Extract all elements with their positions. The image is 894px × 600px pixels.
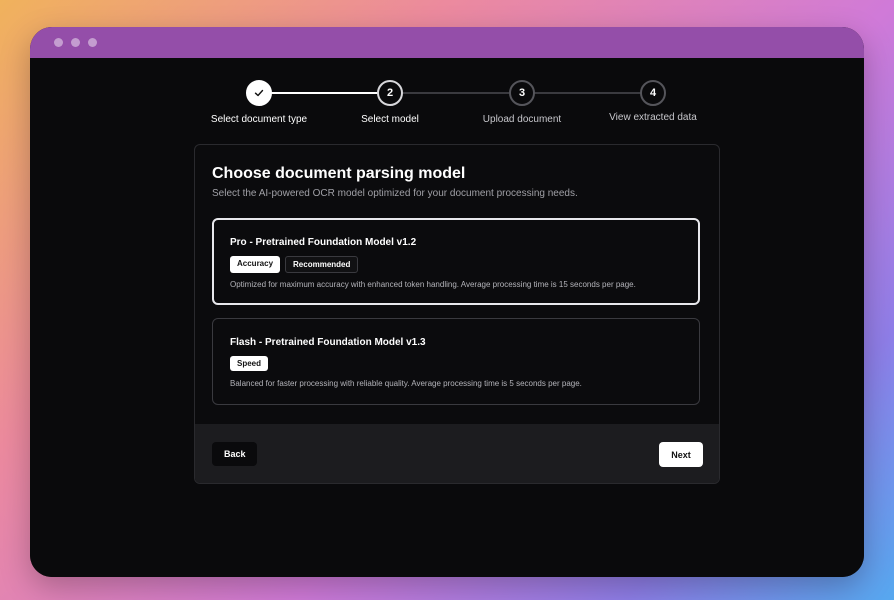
model-option-flash[interactable]: Flash - Pretrained Foundation Model v1.3…: [212, 318, 700, 405]
step-4-circle: 4: [640, 80, 666, 106]
step-upload-document[interactable]: 3 Upload document: [452, 80, 592, 125]
step-select-model[interactable]: 2 Select model: [320, 80, 460, 125]
option-description: Balanced for faster processing with reli…: [230, 379, 582, 388]
window-minimize-dot[interactable]: [71, 38, 80, 47]
badge-speed: Speed: [230, 356, 269, 371]
step-1-label: Select document type: [210, 114, 308, 125]
model-selection-card: Choose document parsing model Select the…: [194, 144, 720, 484]
card-footer: Back Next: [195, 424, 719, 483]
option-badges: Accuracy Recommended: [230, 256, 359, 273]
back-button[interactable]: Back: [212, 442, 257, 466]
option-title: Flash - Pretrained Foundation Model v1.3: [230, 337, 426, 348]
step-view-extracted-data[interactable]: 4 View extracted data: [583, 80, 723, 123]
next-button[interactable]: Next: [659, 442, 703, 467]
browser-window: Select document type 2 Select model 3 Up…: [30, 27, 864, 577]
step-2-circle: 2: [377, 80, 403, 106]
model-option-pro[interactable]: Pro - Pretrained Foundation Model v1.2 A…: [212, 218, 700, 305]
step-select-document-type[interactable]: Select document type: [189, 80, 329, 125]
badge-accuracy: Accuracy: [230, 256, 281, 273]
app-content: Select document type 2 Select model 3 Up…: [30, 58, 864, 577]
step-1-circle: [246, 80, 272, 106]
option-title: Pro - Pretrained Foundation Model v1.2: [230, 237, 417, 248]
step-3-circle: 3: [509, 80, 535, 106]
window-maximize-dot[interactable]: [88, 38, 97, 47]
badge-recommended: Recommended: [285, 256, 359, 273]
check-icon: [254, 89, 264, 97]
step-4-label: View extracted data: [609, 112, 697, 123]
step-2-label: Select model: [361, 114, 419, 125]
window-close-dot[interactable]: [54, 38, 63, 47]
card-subtitle: Select the AI-powered OCR model optimize…: [212, 188, 578, 199]
progress-stepper: Select document type 2 Select model 3 Up…: [30, 80, 864, 130]
window-titlebar: [30, 27, 864, 58]
option-badges: Speed: [230, 356, 269, 371]
card-title: Choose document parsing model: [212, 165, 466, 182]
option-description: Optimized for maximum accuracy with enha…: [230, 280, 636, 289]
step-3-label: Upload document: [482, 114, 562, 125]
